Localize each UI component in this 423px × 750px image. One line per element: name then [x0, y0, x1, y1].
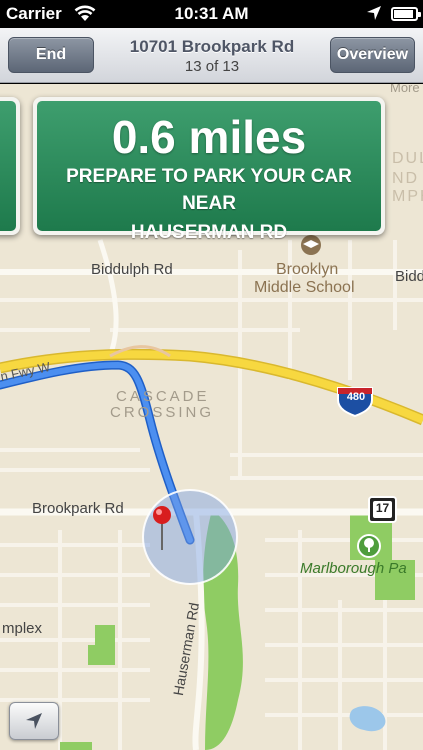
- overview-button[interactable]: Overview: [330, 37, 415, 73]
- brookpark-road-label: Brookpark Rd: [32, 500, 124, 517]
- end-button[interactable]: End: [8, 37, 94, 73]
- direction-sign[interactable]: 0.6 miles PREPARE TO PARK YOUR CAR NEAR …: [33, 97, 385, 243]
- park-name-label: Marlborough Pa: [300, 560, 407, 577]
- status-bar: Carrier 10:31 AM: [0, 0, 423, 28]
- school-name-line2: Middle School: [254, 279, 355, 296]
- park-area: [60, 742, 92, 750]
- direction-sign-panel: 0.6 miles PREPARE TO PARK YOUR CAR NEAR …: [37, 101, 381, 243]
- location-services-icon: [367, 6, 381, 20]
- neighborhood-label-line2: CROSSING: [110, 404, 215, 421]
- park-area: [350, 515, 415, 600]
- previous-sign-panel: [0, 101, 16, 231]
- school-name-line1: Brooklyn: [276, 261, 339, 278]
- distance-label: 0.6 miles: [111, 111, 307, 163]
- battery-icon: [391, 7, 421, 21]
- step-counter: 13 of 13: [184, 58, 240, 75]
- neighborhood-label-line1: CASCADE: [116, 388, 210, 405]
- biddulph-road-label-right: Bidd: [395, 268, 423, 285]
- locate-button[interactable]: [9, 702, 59, 740]
- navigation-bar: End 10701 Brookpark Rd 13 of 13 Overview: [0, 28, 423, 83]
- clock: 10:31 AM: [174, 4, 249, 23]
- previous-direction-sign[interactable]: [0, 97, 20, 235]
- map-label-top-right: More: [390, 84, 420, 95]
- instruction-line-1: PREPARE TO PARK YOUR CAR NEAR: [66, 166, 352, 214]
- location-accuracy-circle: [142, 489, 238, 585]
- location-arrow-icon: [26, 713, 42, 729]
- route-shield-number: 17: [375, 501, 390, 515]
- map-label-right-1: DUL: [392, 150, 423, 167]
- map-label-right-2: ND: [392, 170, 420, 187]
- complex-label: mplex: [2, 620, 43, 637]
- ramp-road: [97, 239, 119, 351]
- battery-fill: [394, 10, 413, 18]
- interstate-shield-number: 480: [346, 391, 366, 403]
- park-area: [88, 625, 115, 665]
- biddulph-road-label: Biddulph Rd: [91, 261, 173, 278]
- destination-address: 10701 Brookpark Rd: [129, 37, 295, 56]
- instruction-line-2: HAUSERMAN RD: [130, 222, 288, 243]
- map-label-right-3: MPH: [392, 188, 423, 205]
- route-title: 10701 Brookpark Rd 13 of 13: [96, 37, 328, 75]
- water-area: [349, 706, 386, 732]
